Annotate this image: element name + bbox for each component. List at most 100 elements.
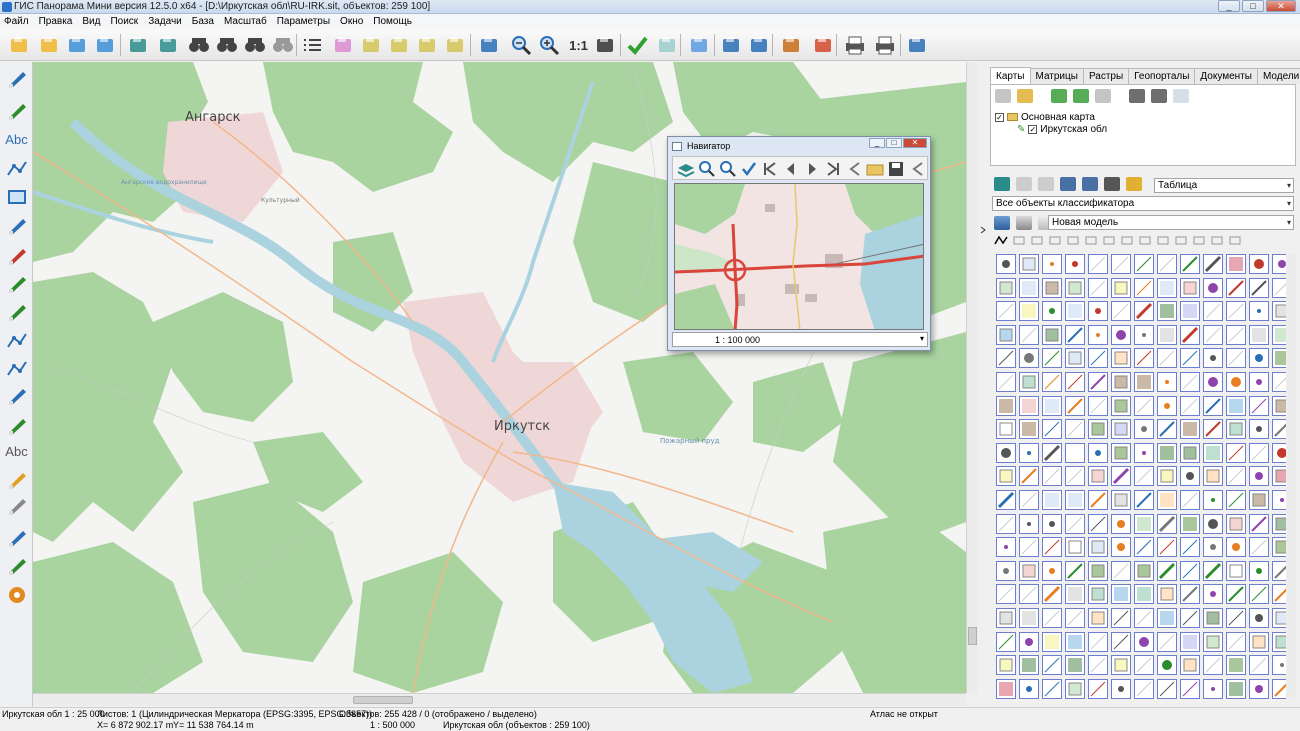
nav-save-icon[interactable]: [886, 159, 906, 178]
layers-icon[interactable]: [125, 32, 150, 58]
legend-symbol-icon[interactable]: [1019, 348, 1039, 369]
legend-symbol-icon[interactable]: [996, 466, 1016, 487]
legend-symbol-icon[interactable]: [1088, 537, 1108, 558]
legend-symbol-icon[interactable]: [1042, 466, 1062, 487]
minimize-button[interactable]: _: [1218, 0, 1240, 12]
tree-node-main-map[interactable]: ✓ Основная карта: [995, 111, 1107, 123]
legend-symbol-icon[interactable]: [1088, 372, 1108, 392]
classifier-combo[interactable]: Все объекты классификатора ▾: [992, 196, 1294, 211]
legend-symbol-icon[interactable]: [996, 678, 1016, 699]
curve-icon[interactable]: [3, 356, 30, 382]
legend-symbol-icon[interactable]: [1019, 608, 1039, 628]
menu-item-2[interactable]: Вид: [77, 16, 105, 27]
settings-brush-icon[interactable]: [778, 32, 803, 58]
legend-symbol-icon[interactable]: [1019, 537, 1039, 558]
legend-symbol-icon[interactable]: [1019, 631, 1039, 652]
legend-symbol-icon[interactable]: [1180, 631, 1200, 652]
legend-symbol-icon[interactable]: [1111, 466, 1131, 487]
legend-symbol-icon[interactable]: [1088, 608, 1108, 628]
legend-symbol-icon[interactable]: [1042, 301, 1062, 322]
legend-symbol-icon[interactable]: [1180, 655, 1200, 676]
legend-symbol-icon[interactable]: [1203, 678, 1223, 699]
select-objects-icon[interactable]: [994, 177, 1010, 191]
legend-symbol-icon[interactable]: [996, 372, 1016, 392]
legend-symbol-icon[interactable]: [1249, 419, 1269, 440]
palette-scrollbar[interactable]: [1286, 254, 1296, 700]
draw-line-icon[interactable]: [3, 65, 30, 91]
legend-symbol-icon[interactable]: [1249, 466, 1269, 487]
legend-symbol-icon[interactable]: [1111, 537, 1131, 558]
binoculars-a-icon[interactable]: [214, 32, 239, 58]
layers-icon[interactable]: [1151, 89, 1167, 103]
legend-symbol-icon[interactable]: [1203, 372, 1223, 392]
legend-symbol-icon[interactable]: [1088, 395, 1108, 416]
delete-object-icon[interactable]: [3, 242, 30, 268]
legend-symbol-icon[interactable]: [1180, 560, 1200, 581]
tab-0[interactable]: Карты: [990, 67, 1031, 84]
legend-symbol-icon[interactable]: [1088, 254, 1108, 274]
legend-symbol-icon[interactable]: [1042, 395, 1062, 416]
legend-symbol-icon[interactable]: [1226, 324, 1246, 345]
legend-symbol-icon[interactable]: [1042, 372, 1062, 392]
legend-symbol-icon[interactable]: [1157, 277, 1177, 298]
rect-shape-icon[interactable]: [1048, 235, 1062, 246]
legend-symbol-icon[interactable]: [1065, 608, 1085, 628]
legend-symbol-icon[interactable]: [996, 513, 1016, 534]
legend-symbol-icon[interactable]: [1042, 442, 1062, 463]
grid-shape-icon[interactable]: [1192, 235, 1206, 246]
pointer-icon[interactable]: [686, 32, 711, 58]
legend-symbol-icon[interactable]: [1042, 254, 1062, 274]
frame-shape-icon[interactable]: [1156, 235, 1170, 246]
legend-symbol-icon[interactable]: [1088, 277, 1108, 298]
legend-symbol-icon[interactable]: [996, 537, 1016, 558]
tab-1[interactable]: Матрицы: [1029, 68, 1084, 84]
zoom-in-icon[interactable]: [536, 32, 561, 58]
legend-symbol-icon[interactable]: [1065, 560, 1085, 581]
legend-symbol-icon[interactable]: [1111, 655, 1131, 676]
round-shape-icon[interactable]: [1174, 235, 1188, 246]
legend-symbol-icon[interactable]: [1065, 254, 1085, 274]
line-shape-icon[interactable]: [994, 235, 1008, 246]
legend-symbol-icon[interactable]: [1065, 277, 1085, 298]
vscroll-thumb[interactable]: [968, 627, 977, 645]
diamond-shape-icon[interactable]: [1066, 235, 1080, 246]
legend-symbol-icon[interactable]: [1203, 395, 1223, 416]
map-horizontal-scrollbar[interactable]: [33, 693, 966, 706]
legend-symbol-icon[interactable]: [1157, 537, 1177, 558]
legend-symbol-icon[interactable]: [1111, 395, 1131, 416]
deselect-icon[interactable]: [442, 32, 467, 58]
help-pointer-icon[interactable]: [904, 32, 929, 58]
object-form-icon[interactable]: [1060, 177, 1076, 191]
legend-symbol-icon[interactable]: [1203, 277, 1223, 298]
nav-check-icon[interactable]: [739, 159, 759, 178]
list-icon[interactable]: [300, 32, 325, 58]
legend-symbol-icon[interactable]: [1180, 608, 1200, 628]
legend-symbol-icon[interactable]: [1226, 466, 1246, 487]
legend-symbol-icon[interactable]: [996, 395, 1016, 416]
legend-symbol-icon[interactable]: [1134, 608, 1154, 628]
legend-symbol-icon[interactable]: [1157, 348, 1177, 369]
layers-zoom-icon[interactable]: [155, 32, 180, 58]
legend-symbol-icon[interactable]: [1180, 490, 1200, 510]
curve-shape-icon[interactable]: [1012, 235, 1026, 246]
navigator-minimize-button[interactable]: _: [869, 138, 885, 148]
legend-symbol-icon[interactable]: [1042, 584, 1062, 605]
delete-points-icon[interactable]: [3, 270, 30, 296]
legend-symbol-icon[interactable]: [1180, 254, 1200, 274]
legend-symbol-icon[interactable]: [996, 348, 1016, 369]
menu-item-8[interactable]: Окно: [335, 16, 368, 27]
legend-symbol-icon[interactable]: [1157, 372, 1177, 392]
nav-back-icon[interactable]: [844, 159, 864, 178]
legend-symbol-icon[interactable]: [1134, 678, 1154, 699]
bus-shape-icon[interactable]: [1228, 235, 1242, 246]
legend-symbol-icon[interactable]: [1111, 372, 1131, 392]
legend-symbol-icon[interactable]: [1042, 513, 1062, 534]
legend-symbol-icon[interactable]: [1226, 537, 1246, 558]
nav-next-icon[interactable]: [802, 159, 822, 178]
legend-symbol-icon[interactable]: [1088, 466, 1108, 487]
object-props-icon[interactable]: [1082, 177, 1098, 191]
menu-item-3[interactable]: Поиск: [105, 16, 143, 27]
legend-symbol-icon[interactable]: [1134, 513, 1154, 534]
legend-symbol-icon[interactable]: [1019, 513, 1039, 534]
legend-symbol-icon[interactable]: [1019, 419, 1039, 440]
